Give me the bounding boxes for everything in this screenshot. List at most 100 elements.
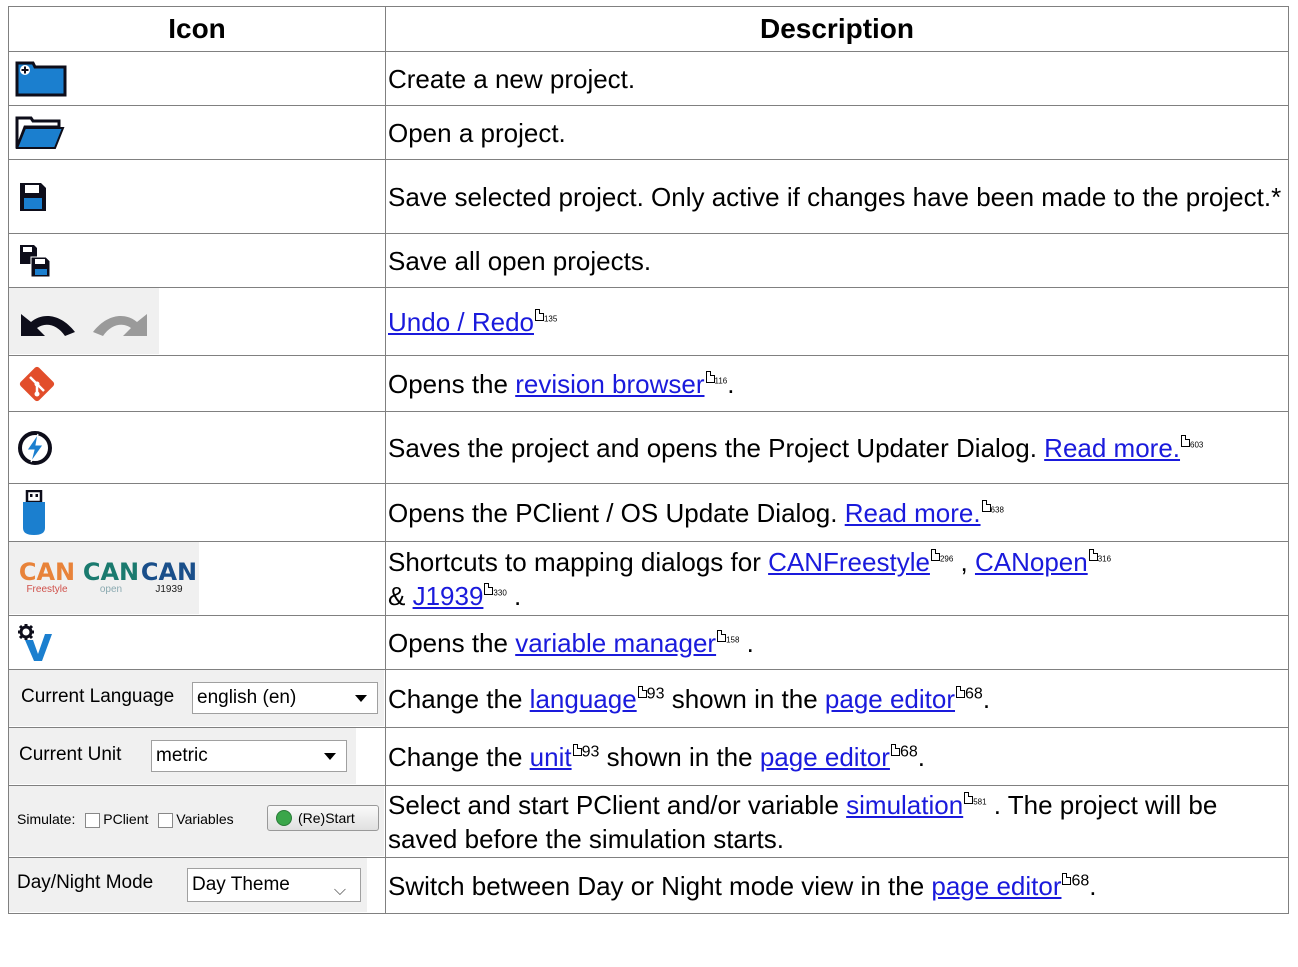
description-cell: Change the unit 93 shown in the page edit… (385, 727, 1289, 786)
can-freestyle-button[interactable]: CAN Freestyle (17, 560, 77, 595)
icon-cell (8, 287, 386, 356)
page-ref-number: 135 (543, 313, 558, 323)
description-text: Opens the (388, 368, 516, 399)
page-editor-link[interactable]: page editor (825, 684, 955, 714)
table-row: Current Language english (en) Change the… (8, 669, 1289, 728)
save-icon[interactable] (19, 182, 47, 212)
page-ref-icon (637, 685, 647, 698)
table-row: Saves the project and opens the Project … (8, 411, 1289, 484)
icon-cell (8, 105, 386, 160)
icon-cell: CAN Freestyle CAN open CAN J1939 (8, 541, 386, 616)
icon-cell (8, 51, 386, 106)
restart-button[interactable]: (Re)Start (267, 805, 379, 831)
canfreestyle-link[interactable]: CANFreestyle (768, 547, 930, 577)
description-cell: Create a new project. (385, 51, 1289, 106)
simulate-toolbar: Simulate: PClient Variables (Re)Start (9, 786, 384, 856)
description-text: Switch between Day or Night mode view in… (388, 870, 932, 901)
table-row: Opens the variable manager 158 . (8, 615, 1289, 670)
undo-icon[interactable] (17, 310, 79, 338)
icon-cell (8, 615, 386, 670)
revision-browser-link[interactable]: revision browser (515, 369, 704, 399)
page-ref-icon (890, 743, 900, 756)
redo-icon[interactable] (89, 310, 151, 338)
undo-redo-link[interactable]: Undo / Redo (388, 307, 534, 337)
description-text: . (727, 368, 735, 399)
language-label: Current Language (21, 686, 175, 707)
language-link[interactable]: language (530, 684, 637, 714)
description-text: Select and start PClient and/or variable (388, 789, 847, 820)
page-ref-icon (930, 548, 940, 561)
usb-stick-icon[interactable] (19, 490, 49, 536)
icon-cell: Simulate: PClient Variables (Re)Start (8, 785, 386, 858)
table-row: CAN Freestyle CAN open CAN J1939 Shortcu… (8, 541, 1289, 616)
page-ref-icon (484, 582, 494, 595)
save-all-icon[interactable] (19, 244, 51, 278)
table-row: Create a new project. (8, 51, 1289, 106)
daynight-toolbar: Day/Night Mode Day Theme ⌵ (9, 858, 367, 912)
can-open-button[interactable]: CAN open (81, 560, 141, 595)
description-text: shown in the (599, 741, 760, 772)
can-j1939-button[interactable]: CAN J1939 (139, 560, 199, 595)
daynight-value: Day Theme (192, 874, 290, 895)
description-text: Shortcuts to mapping dialogs for (388, 546, 769, 577)
icon-cell (8, 159, 386, 234)
table-row: Day/Night Mode Day Theme ⌵ Switch betwee… (8, 857, 1289, 914)
icon-cell: Current Language english (en) (8, 669, 386, 728)
table-row: Opens the PClient / OS Update Dialog. Re… (8, 483, 1289, 542)
variable-manager-link[interactable]: variable manager (515, 628, 716, 658)
read-more-link[interactable]: Read more. (845, 498, 981, 528)
icon-cell (8, 411, 386, 484)
language-toolbar: Current Language english (en) (9, 670, 384, 726)
page-ref-number: 93 (581, 742, 600, 760)
folder-plus-icon[interactable] (15, 61, 67, 97)
page-ref-number: 116 (714, 375, 728, 385)
table-row: Save all open projects. (8, 233, 1289, 288)
language-value: english (en) (197, 687, 297, 708)
pclient-checkbox[interactable] (85, 812, 101, 828)
page-ref-number: 158 (726, 634, 740, 644)
table-row: Undo / Redo 135 (8, 287, 1289, 356)
description-cell: Select and start PClient and/or variable… (385, 785, 1289, 858)
variables-checkbox[interactable] (158, 812, 174, 828)
unit-link[interactable]: unit (530, 742, 572, 772)
unit-toolbar: Current Unit metric (9, 728, 356, 784)
lightning-icon[interactable] (17, 430, 53, 466)
canopen-link[interactable]: CANopen (975, 547, 1088, 577)
description-cell: Save selected project. Only active if ch… (385, 159, 1289, 234)
column-header-icon: Icon (8, 6, 386, 52)
can-label: CAN (140, 558, 198, 586)
pclient-checkbox-label: PClient (103, 811, 149, 827)
page-ref-icon (1088, 548, 1098, 561)
daynight-select[interactable]: Day Theme ⌵ (187, 868, 361, 902)
description-cell: Opens the variable manager 158 . (385, 615, 1289, 670)
unit-value: metric (156, 745, 208, 766)
description-text: Opens the (388, 627, 516, 658)
gear-v-icon[interactable] (17, 624, 53, 662)
icon-cell: Day/Night Mode Day Theme ⌵ (8, 857, 386, 914)
page-editor-link[interactable]: page editor (760, 742, 890, 772)
page-ref-number: 603 (1190, 439, 1204, 449)
chevron-down-icon: ⌵ (333, 882, 346, 899)
page-ref-number: 68 (965, 684, 983, 702)
table-row: Opens the revision browser 116. (8, 355, 1289, 412)
read-more-link[interactable]: Read more. (1044, 433, 1180, 463)
table-row: Save selected project. Only active if ch… (8, 159, 1289, 234)
unit-select[interactable]: metric (151, 740, 347, 772)
git-icon[interactable] (17, 364, 57, 404)
description-text: Change the (388, 741, 530, 772)
page-ref-number: 581 (973, 796, 987, 806)
description-cell: Shortcuts to mapping dialogs for CANFree… (385, 541, 1289, 616)
description-cell: Open a project. (385, 105, 1289, 160)
description-cell: Opens the PClient / OS Update Dialog. Re… (385, 483, 1289, 542)
page-ref-icon (1181, 434, 1191, 447)
description-text: Saves the project and opens the Project … (388, 432, 1045, 463)
simulation-link[interactable]: simulation (846, 790, 963, 820)
chevron-down-icon (324, 753, 336, 760)
language-select[interactable]: english (en) (192, 682, 378, 714)
page-editor-link[interactable]: page editor (931, 871, 1061, 901)
folder-open-icon[interactable] (15, 116, 65, 150)
restart-button-label: (Re)Start (298, 810, 355, 826)
j1939-link[interactable]: J1939 (413, 581, 484, 611)
page-ref-number: 330 (493, 587, 507, 597)
table-row: Simulate: PClient Variables (Re)Start Se… (8, 785, 1289, 858)
